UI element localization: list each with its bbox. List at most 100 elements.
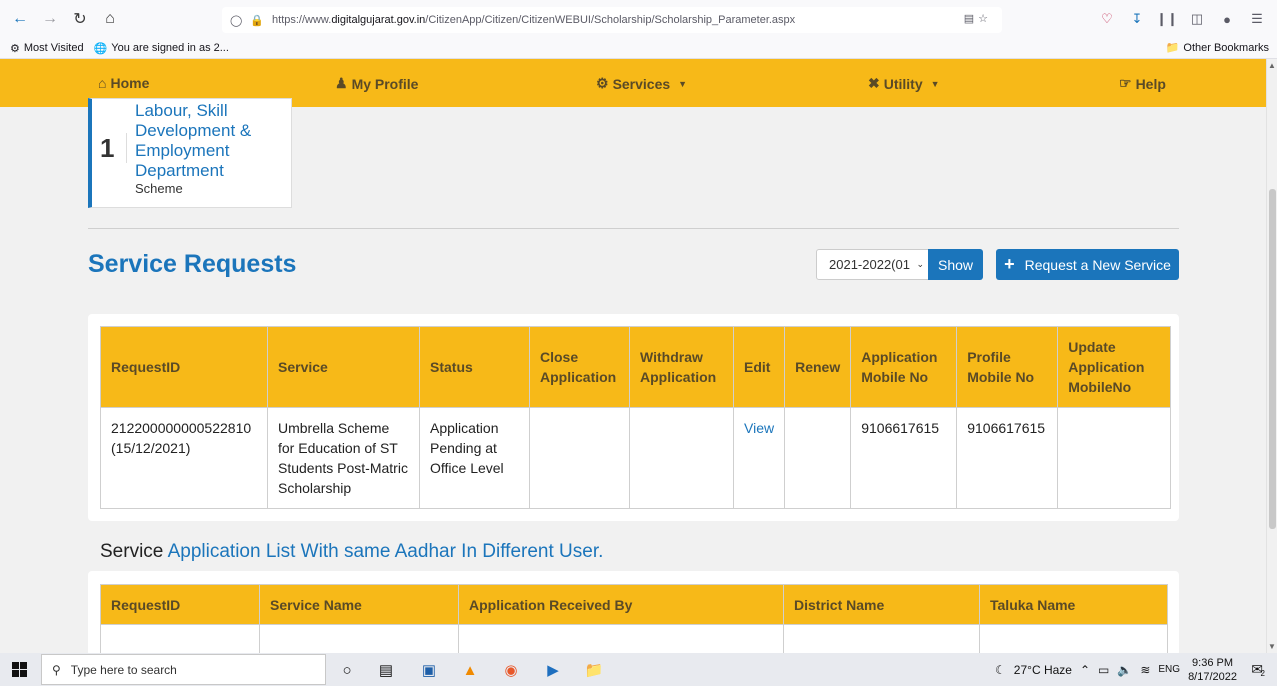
table-header-row: RequestID Service Status Close Applicati… bbox=[100, 326, 1172, 408]
back-icon[interactable]: ← bbox=[5, 4, 35, 34]
header-profile-mobile: Profile Mobile No bbox=[956, 326, 1059, 408]
user-icon: ♟ bbox=[335, 75, 348, 91]
nav-my-profile[interactable]: ♟ My Profile bbox=[335, 75, 418, 92]
table-row: 212200000000522810 (15/12/2021) Umbrella… bbox=[100, 407, 1172, 509]
wifi-icon[interactable]: ≋ bbox=[1140, 663, 1150, 677]
clock-time: 9:36 PM bbox=[1192, 656, 1234, 669]
empty-cell bbox=[783, 624, 980, 655]
caret-down-icon: ▼ bbox=[930, 78, 940, 89]
request-new-service-label: Request a New Service bbox=[1024, 256, 1171, 273]
battery-icon[interactable]: ▭ bbox=[1098, 663, 1109, 677]
language-indicator[interactable]: ENG bbox=[1158, 664, 1180, 675]
clock[interactable]: 9:36 PM 8/17/2022 bbox=[1188, 656, 1237, 684]
service-requests-table: RequestID Service Status Close Applicati… bbox=[100, 326, 1172, 509]
header-received-by: Application Received By bbox=[458, 584, 784, 625]
home-icon[interactable]: ⌂ bbox=[95, 4, 125, 34]
reload-icon[interactable]: ↻ bbox=[65, 4, 95, 34]
aadhar-section-heading: Service Application List With same Aadha… bbox=[100, 541, 603, 563]
cogs-icon: ⚙ bbox=[596, 75, 609, 91]
nav-home[interactable]: ⌂ Home bbox=[98, 75, 149, 91]
cell-app-mobile: 9106617615 bbox=[850, 407, 958, 509]
handshake-icon: ☞ bbox=[1119, 75, 1132, 91]
media-app-icon[interactable]: ▶ bbox=[543, 660, 563, 680]
empty-cell bbox=[458, 624, 784, 655]
folder-icon: 📁 bbox=[1165, 42, 1180, 54]
vlc-icon[interactable]: ▲ bbox=[460, 660, 480, 680]
sidebar-icon[interactable]: ◫ bbox=[1185, 5, 1209, 33]
browser-toolbar: ← → ↻ ⌂ ◯ 🔒 https://www. digitalgujarat.g… bbox=[0, 0, 1277, 38]
chevron-up-icon[interactable]: ⌃ bbox=[1080, 663, 1090, 677]
other-bookmarks-label: Other Bookmarks bbox=[1183, 41, 1269, 54]
nav-help[interactable]: ☞ Help bbox=[1119, 75, 1166, 92]
card-subtitle: Scheme bbox=[135, 181, 183, 196]
url-path: /CitizenApp/Citizen/CitizenWEBUI/Scholar… bbox=[425, 14, 796, 26]
view-link[interactable]: View bbox=[732, 407, 786, 509]
download-icon[interactable]: ↧ bbox=[1125, 5, 1149, 33]
aadhar-heading-link[interactable]: Application List With same Aadhar In Dif… bbox=[168, 541, 604, 562]
url-bar[interactable]: ◯ 🔒 https://www. digitalgujarat.gov.in/Ci… bbox=[222, 7, 1002, 33]
nav-home-label: Home bbox=[110, 75, 150, 91]
store-icon[interactable]: ▣ bbox=[419, 660, 439, 680]
bookmark-label: You are signed in as 2... bbox=[111, 42, 229, 54]
cortana-icon[interactable]: ○ bbox=[337, 660, 357, 680]
bookmark-most-visited[interactable]: ⚙ Most Visited bbox=[10, 42, 84, 55]
nav-services[interactable]: ⚙ Services ▼ bbox=[596, 75, 687, 92]
scroll-thumb[interactable] bbox=[1269, 189, 1276, 529]
page-title: Service Requests bbox=[88, 250, 297, 278]
reader-view-icon[interactable]: ▤ bbox=[964, 12, 974, 25]
house-icon: ⌂ bbox=[98, 75, 107, 91]
forward-icon[interactable]: → bbox=[35, 4, 65, 34]
aadhar-list-panel: RequestID Service Name Application Recei… bbox=[88, 571, 1179, 656]
bookmark-signed-in[interactable]: 🌐 You are signed in as 2... bbox=[94, 42, 229, 55]
header-request-id: RequestID bbox=[100, 326, 268, 408]
empty-cell bbox=[979, 624, 1168, 655]
table-row bbox=[100, 624, 1168, 655]
notification-count: 2 bbox=[1260, 669, 1265, 678]
shield-icon: ◯ bbox=[230, 14, 243, 27]
file-explorer-icon[interactable]: 📁 bbox=[584, 660, 604, 680]
card-divider bbox=[126, 133, 127, 163]
task-view-icon[interactable]: ▤ bbox=[376, 660, 396, 680]
department-name: Labour, Skill Development & Employment D… bbox=[135, 101, 252, 180]
weather-text[interactable]: 27°C Haze bbox=[1014, 663, 1072, 677]
library-icon[interactable]: ❙❙ bbox=[1155, 5, 1179, 33]
year-select-value: 2021-2022(01 bbox=[829, 257, 910, 272]
header-application-mobile: Application Mobile No bbox=[850, 326, 958, 408]
request-new-service-button[interactable]: + Request a New Service bbox=[996, 249, 1179, 280]
empty-cell bbox=[259, 624, 459, 655]
volume-icon[interactable]: 🔈 bbox=[1117, 663, 1132, 677]
url-domain: digitalgujarat.gov.in bbox=[331, 14, 426, 26]
header-district: District Name bbox=[783, 584, 980, 625]
nav-utility[interactable]: ✖ Utility ▼ bbox=[868, 75, 940, 92]
pocket-icon[interactable]: ♡ bbox=[1095, 5, 1119, 33]
taskbar-search[interactable]: ⚲ Type here to search bbox=[41, 654, 326, 685]
nav-help-label: Help bbox=[1135, 75, 1166, 92]
chevron-down-icon: ⌄ bbox=[916, 259, 924, 269]
header-service-name: Service Name bbox=[259, 584, 459, 625]
other-bookmarks[interactable]: 📁 Other Bookmarks bbox=[1165, 41, 1269, 55]
department-card[interactable]: 1 Labour, Skill Development & Employment… bbox=[88, 98, 292, 208]
header-request-id: RequestID bbox=[100, 584, 260, 625]
header-status: Status bbox=[419, 326, 530, 408]
header-edit: Edit bbox=[732, 326, 786, 408]
firefox-icon[interactable]: ◉ bbox=[501, 660, 521, 680]
gear-icon: ⚙ bbox=[10, 42, 20, 55]
page-scrollbar[interactable]: ▲ ▼ bbox=[1266, 59, 1277, 653]
extension-icon[interactable]: ● bbox=[1215, 5, 1239, 33]
clock-date: 8/17/2022 bbox=[1188, 670, 1237, 683]
weather-icon: ☾ bbox=[995, 662, 1006, 677]
header-withdraw-application: Withdraw Application bbox=[629, 326, 734, 408]
url-prefix: https://www. bbox=[272, 14, 332, 26]
windows-start-icon[interactable] bbox=[12, 662, 27, 677]
nav-profile-label: My Profile bbox=[351, 75, 419, 92]
cell-status: Application Pending at Office Level bbox=[419, 407, 530, 509]
star-icon[interactable]: ☆ bbox=[978, 12, 988, 25]
nav-utility-label: Utility bbox=[883, 75, 923, 92]
show-button[interactable]: Show bbox=[928, 249, 983, 280]
menu-icon[interactable]: ☰ bbox=[1245, 5, 1269, 33]
year-select[interactable]: 2021-2022(01 ⌄ bbox=[816, 249, 929, 280]
scroll-up-icon[interactable]: ▲ bbox=[1268, 61, 1276, 70]
globe-icon: 🌐 bbox=[93, 42, 108, 55]
scroll-down-icon[interactable]: ▼ bbox=[1268, 642, 1276, 651]
caret-down-icon: ▼ bbox=[678, 78, 688, 89]
